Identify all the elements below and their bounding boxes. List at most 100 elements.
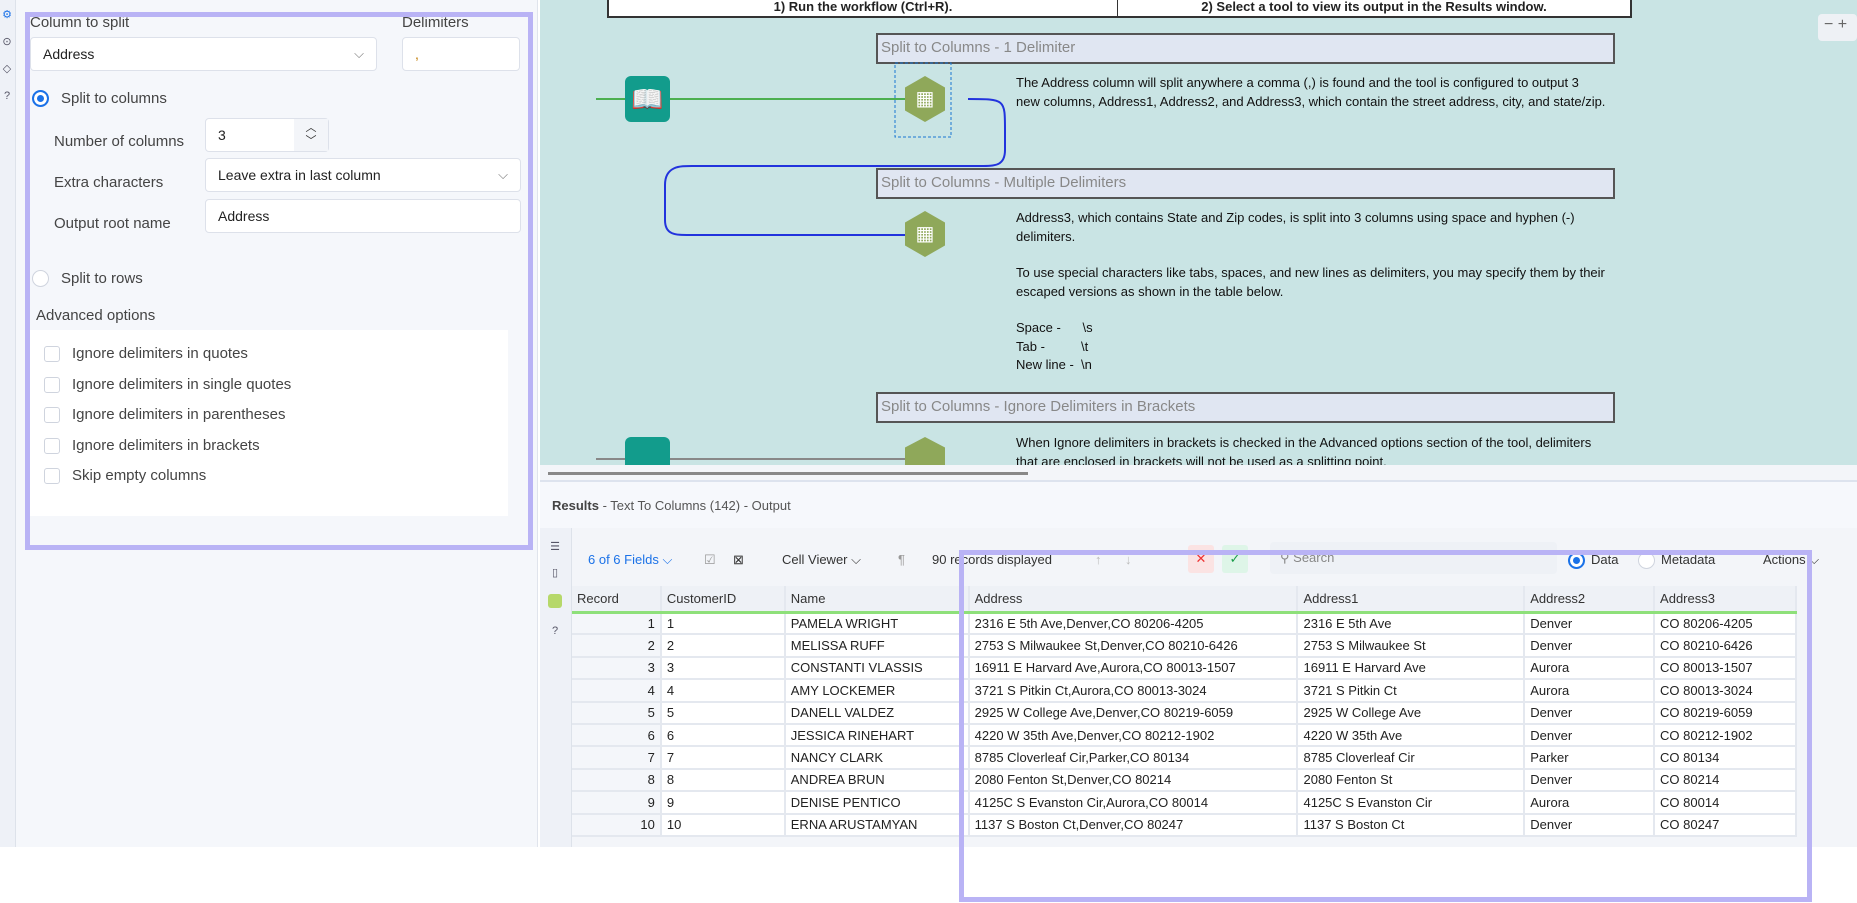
table-cell[interactable]: 4220 W 35th Ave,Denver,CO 80212-1902 [968,723,1299,748]
table-cell[interactable]: 4125C S Evanston Cir,Aurora,CO 80014 [968,791,1299,815]
table-cell[interactable]: 2080 Fenton St [1297,768,1526,793]
table-cell[interactable]: CO 80013-1507 [1654,656,1797,681]
table-cell[interactable]: 1137 S Boston Ct,Denver,CO 80247 [968,813,1299,837]
table-cell[interactable]: NANCY CLARK [784,746,970,770]
table-cell[interactable]: 3 [572,656,662,681]
table-cell[interactable]: 2316 E 5th Ave,Denver,CO 80206-4205 [968,612,1299,636]
table-cell[interactable]: CO 80247 [1654,813,1797,837]
search-input[interactable]: ⚲ Search [1270,542,1557,574]
tag-icon[interactable]: ◇ [0,62,14,76]
table-row[interactable]: 7 7 NANCY CLARK 8785 Cloverleaf Cir,Parker,… [572,746,1797,770]
input-data-book-icon[interactable]: 📖 [625,76,670,122]
input-data-book-icon[interactable] [625,437,670,467]
table-row[interactable]: 5 5 DANELL VALDEZ 2925 W College Ave,Denver… [572,701,1797,725]
table-cell[interactable]: 5 [660,701,786,725]
table-cell[interactable]: 10 [660,813,786,837]
data-radio[interactable]: Data [1568,550,1618,570]
option-ignore-parentheses[interactable]: Ignore delimiters in parentheses [44,406,285,423]
table-cell[interactable]: 8 [572,768,662,793]
output-anchor-icon[interactable] [548,594,562,608]
table-cell[interactable]: 2316 E 5th Ave [1297,612,1526,636]
table-row[interactable]: 3 3 CONSTANTI VLASSIS 16911 E Harvard Ave,A… [572,656,1797,681]
apply-filter-button[interactable]: ✓ [1222,545,1248,573]
table-cell[interactable]: CO 80210-6426 [1654,634,1797,658]
table-cell[interactable]: 9 [572,791,662,815]
table-cell[interactable]: 2925 W College Ave [1297,701,1526,725]
table-cell[interactable]: 2753 S Milwaukee St,Denver,CO 80210-6426 [968,634,1299,658]
table-cell[interactable]: 1 [572,612,662,636]
table-cell[interactable]: Denver [1524,813,1656,837]
table-cell[interactable]: 4 [660,679,786,703]
table-cell[interactable]: 16911 E Harvard Ave,Aurora,CO 80013-1507 [968,656,1299,681]
panel-icon[interactable]: ▯ [548,566,562,580]
table-cell[interactable]: Aurora [1524,656,1656,681]
table-cell[interactable]: 9 [660,791,786,815]
table-cell[interactable]: 16911 E Harvard Ave [1297,656,1526,681]
table-cell[interactable]: Aurora [1524,791,1656,815]
table-cell[interactable]: 10 [572,813,662,837]
table-cell[interactable]: Denver [1524,612,1656,636]
table-row[interactable]: 8 8 ANDREA BRUN 2080 Fenton St,Denver,CO 80… [572,768,1797,793]
table-cell[interactable]: Denver [1524,768,1656,793]
table-row[interactable]: 10 10 ERNA ARUSTAMYAN 1137 S Boston Ct,Denv… [572,813,1797,837]
table-cell[interactable]: 7 [660,746,786,770]
table-cell[interactable]: 3721 S Pitkin Ct [1297,679,1526,703]
column-to-split-select[interactable]: Address ⌵ [30,37,377,71]
table-cell[interactable]: 2080 Fenton St,Denver,CO 80214 [968,768,1299,793]
column-header[interactable]: Record [572,586,662,614]
table-cell[interactable]: 4220 W 35th Ave [1297,723,1526,748]
clear-filter-button[interactable]: ✕ [1188,545,1214,573]
table-cell[interactable]: 2753 S Milwaukee St [1297,634,1526,658]
table-row[interactable]: 4 4 AMY LOCKEMER 3721 S Pitkin Ct,Aurora,CO… [572,679,1797,703]
split-to-columns-radio[interactable]: Split to columns [32,90,167,107]
splitter-handle[interactable] [548,472,1028,475]
column-header[interactable]: Address3 [1654,586,1797,614]
table-cell[interactable]: PAMELA WRIGHT [784,612,970,636]
table-cell[interactable]: JESSICA RINEHART [784,723,970,748]
select-all-icon[interactable]: ☑ [704,550,716,570]
table-cell[interactable]: 8785 Cloverleaf Cir [1297,746,1526,770]
output-icon[interactable]: ⊙ [0,35,14,49]
split-to-rows-radio[interactable]: Split to rows [32,270,143,287]
table-cell[interactable]: 2925 W College Ave,Denver,CO 80219-6059 [968,701,1299,725]
table-cell[interactable]: 3 [660,656,786,681]
table-cell[interactable]: Denver [1524,701,1656,725]
table-cell[interactable]: 5 [572,701,662,725]
table-cell[interactable]: CO 80219-6059 [1654,701,1797,725]
column-header[interactable]: Address2 [1524,586,1656,614]
table-cell[interactable]: 6 [660,723,786,748]
table-row[interactable]: 1 1 PAMELA WRIGHT 2316 E 5th Ave,Denver,CO … [572,612,1797,636]
table-row[interactable]: 2 2 MELISSA RUFF 2753 S Milwaukee St,Denver… [572,634,1797,658]
sort-up-icon[interactable]: ↑ [1095,550,1102,570]
table-cell[interactable]: 4125C S Evanston Cir [1297,791,1526,815]
table-cell[interactable]: 8785 Cloverleaf Cir,Parker,CO 80134 [968,746,1299,770]
table-cell[interactable]: 1137 S Boston Ct [1297,813,1526,837]
extra-characters-select[interactable]: Leave extra in last column ⌵ [205,158,521,192]
table-cell[interactable]: Aurora [1524,679,1656,703]
column-header[interactable]: Address1 [1297,586,1526,614]
increment-icon[interactable]: ︿ [306,122,317,135]
table-cell[interactable]: Denver [1524,634,1656,658]
table-cell[interactable]: Parker [1524,746,1656,770]
table-cell[interactable]: 2 [572,634,662,658]
metadata-radio[interactable]: Metadata [1638,550,1715,570]
help-icon[interactable]: ? [548,624,562,638]
table-cell[interactable]: 7 [572,746,662,770]
actions-dropdown[interactable]: Actions ⌵ [1763,550,1819,570]
table-cell[interactable]: CO 80206-4205 [1654,612,1797,636]
table-cell[interactable]: 8 [660,768,786,793]
table-cell[interactable]: DENISE PENTICO [784,791,970,815]
number-of-columns-stepper[interactable]: 3 ︿ ﹀ [205,118,329,152]
table-cell[interactable]: CO 80014 [1654,791,1797,815]
sort-down-icon[interactable]: ↓ [1125,550,1132,570]
table-cell[interactable]: CO 80013-3024 [1654,679,1797,703]
table-cell[interactable]: ERNA ARUSTAMYAN [784,813,970,837]
table-cell[interactable]: MELISSA RUFF [784,634,970,658]
table-cell[interactable]: 6 [572,723,662,748]
table-cell[interactable]: AMY LOCKEMER [784,679,970,703]
table-row[interactable]: 6 6 JESSICA RINEHART 4220 W 35th Ave,Denver… [572,723,1797,748]
table-cell[interactable]: 3721 S Pitkin Ct,Aurora,CO 80013-3024 [968,679,1299,703]
deselect-icon[interactable]: ⊠ [733,550,744,570]
table-cell[interactable]: 4 [572,679,662,703]
gear-icon[interactable]: ⚙ [0,8,14,22]
